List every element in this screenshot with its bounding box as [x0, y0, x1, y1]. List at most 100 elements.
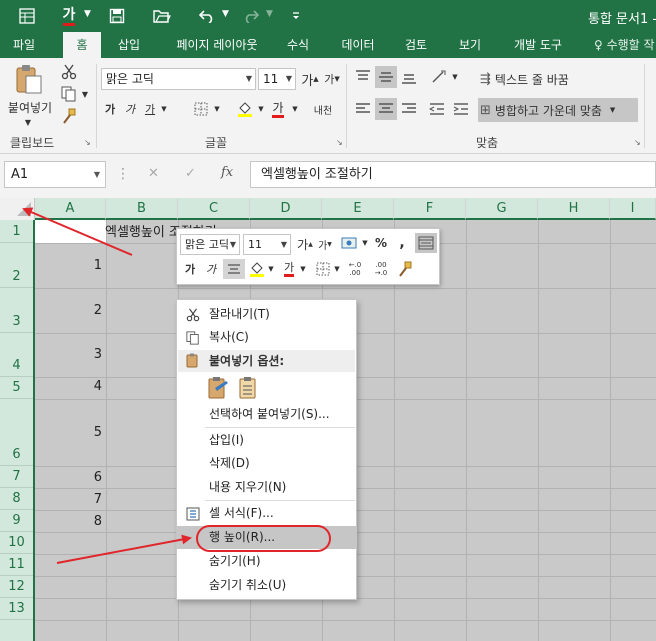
tab-page-layout[interactable]: 페이지 레이아웃	[163, 32, 271, 58]
column-header-e[interactable]: E	[322, 198, 394, 220]
borders-dropdown-icon[interactable]: ▼	[212, 102, 222, 116]
mini-align-center-icon[interactable]	[223, 259, 245, 279]
formula-input[interactable]: 엑셀행높이 조절하기	[250, 161, 656, 188]
enter-icon[interactable]: ✓	[185, 166, 196, 181]
font-name-select[interactable]: 맑은 고딕 ▼	[101, 68, 256, 90]
mini-shrink-font-button[interactable]: 가 ▼	[315, 234, 335, 254]
paste-option-values-icon[interactable]	[237, 376, 259, 400]
active-cell-a1[interactable]	[35, 220, 106, 243]
cell-a3[interactable]: 2	[70, 303, 102, 318]
menu-item-hide[interactable]: 숨기기(H)	[177, 550, 356, 573]
tab-developer[interactable]: 개발 도구	[505, 32, 571, 58]
row-header-4[interactable]: 4	[0, 333, 33, 377]
row-header-13[interactable]: 13	[0, 598, 33, 620]
mini-font-size-select[interactable]: 11 ▼	[243, 234, 291, 255]
mini-borders-icon[interactable]	[313, 259, 333, 279]
merge-center-button[interactable]: ⊞ 병합하고 가운데 맞춤 ▼	[478, 98, 638, 122]
menu-item-delete[interactable]: 삭제(D)	[177, 452, 356, 475]
tell-me-search[interactable]: ♀ 수행할 작	[594, 32, 655, 58]
copy-dropdown-icon[interactable]: ▼	[80, 88, 90, 100]
align-bottom-icon[interactable]	[398, 66, 420, 88]
row-header-7[interactable]: 7	[0, 466, 33, 488]
cell-a4[interactable]: 3	[70, 347, 102, 362]
name-box[interactable]: A1 ▼	[4, 161, 106, 188]
tab-review[interactable]: 검토	[396, 32, 436, 58]
row-header-2[interactable]: 2	[0, 243, 33, 288]
mini-italic-button[interactable]: 가	[202, 259, 220, 279]
align-left-icon[interactable]	[352, 98, 374, 120]
mini-number-format-icon[interactable]	[339, 233, 361, 253]
mini-font-name-select[interactable]: 맑은 고딕 ▼	[180, 234, 240, 255]
tab-file[interactable]: 파일	[4, 32, 44, 58]
cell-a9[interactable]: 8	[70, 514, 102, 529]
font-color-button[interactable]: 가	[268, 98, 288, 120]
tab-view[interactable]: 보기	[449, 32, 491, 58]
font-color-icon[interactable]: 가	[58, 4, 80, 28]
column-header-g[interactable]: G	[466, 198, 538, 220]
cell-a8[interactable]: 7	[70, 492, 102, 507]
underline-dropdown-icon[interactable]: ▼	[159, 102, 169, 116]
menu-item-unhide[interactable]: 숨기기 취소(U)	[177, 574, 356, 597]
format-painter-icon[interactable]	[58, 106, 80, 126]
decrease-indent-icon[interactable]	[426, 98, 448, 120]
row-header-12[interactable]: 12	[0, 576, 33, 598]
cell-a6[interactable]: 5	[70, 425, 102, 440]
mini-merge-center-icon[interactable]	[415, 233, 437, 253]
row-header-8[interactable]: 8	[0, 488, 33, 510]
wrap-text-button[interactable]: ⇶ 텍스트 줄 바꿈	[480, 68, 600, 90]
cut-icon[interactable]	[58, 62, 80, 82]
mini-grow-font-button[interactable]: 가 ▲	[295, 234, 315, 254]
menu-item-copy[interactable]: 복사(C)	[177, 326, 356, 349]
mini-font-color-button[interactable]: 가	[279, 259, 299, 279]
row-header-11[interactable]: 11	[0, 554, 33, 576]
customize-icon[interactable]	[288, 4, 304, 28]
column-header-d[interactable]: D	[250, 198, 322, 220]
insert-function-icon[interactable]: fx	[221, 165, 233, 180]
shrink-font-button[interactable]: 가 ▼	[322, 68, 342, 90]
row-header-9[interactable]: 9	[0, 510, 33, 532]
paste-dropdown-icon[interactable]: ▼	[22, 116, 34, 128]
column-header-h[interactable]: H	[538, 198, 610, 220]
mini-decrease-decimal-button[interactable]: .00 →.0	[369, 259, 393, 279]
align-middle-icon[interactable]	[375, 66, 397, 88]
font-color-dropdown-icon[interactable]: ▼	[290, 102, 300, 116]
grow-font-button[interactable]: 가 ▲	[300, 68, 320, 90]
menu-item-clear-contents[interactable]: 내용 지우기(N)	[177, 476, 356, 499]
redo-dropdown-icon[interactable]: ▼	[266, 9, 273, 19]
cell-a5[interactable]: 4	[70, 379, 102, 394]
orientation-dropdown-icon[interactable]: ▼	[450, 70, 460, 84]
row-header-10[interactable]: 10	[0, 532, 33, 554]
phonetic-button[interactable]: 내천	[310, 98, 336, 120]
increase-indent-icon[interactable]	[450, 98, 472, 120]
copy-icon[interactable]	[58, 84, 80, 104]
cancel-icon[interactable]: ✕	[148, 166, 159, 181]
font-color-dropdown-icon[interactable]: ▼	[84, 9, 91, 19]
menu-item-paste-special[interactable]: 선택하여 붙여넣기(S)...	[177, 403, 356, 426]
fill-dropdown-icon[interactable]: ▼	[256, 102, 266, 116]
column-header-f[interactable]: F	[394, 198, 466, 220]
column-header-i[interactable]: I	[610, 198, 656, 220]
mini-font-color-dropdown-icon[interactable]: ▼	[299, 259, 307, 279]
excel-icon[interactable]	[16, 4, 38, 28]
clipboard-launcher-icon[interactable]: ↘	[84, 138, 91, 147]
cell-a7[interactable]: 6	[70, 470, 102, 485]
mini-comma-button[interactable]: ,	[395, 233, 409, 253]
column-header-a[interactable]: A	[35, 198, 106, 220]
mini-number-format-dropdown-icon[interactable]: ▼	[361, 233, 369, 253]
bold-button[interactable]: 가	[101, 98, 119, 120]
open-icon[interactable]	[150, 4, 174, 28]
mini-fill-color-icon[interactable]	[247, 259, 267, 279]
row-header-1[interactable]: 1	[0, 220, 33, 243]
column-header-c[interactable]: C	[178, 198, 250, 220]
paste-icon[interactable]	[8, 62, 50, 98]
tab-insert[interactable]: 삽입	[110, 32, 148, 58]
row-header-5[interactable]: 5	[0, 377, 33, 399]
mini-percent-button[interactable]: %	[373, 233, 389, 253]
underline-button[interactable]: 가	[141, 98, 159, 120]
menu-item-format-cells[interactable]: 셀 서식(F)...	[177, 502, 356, 525]
tab-data[interactable]: 데이터	[333, 32, 383, 58]
align-center-icon[interactable]	[375, 98, 397, 120]
mini-borders-dropdown-icon[interactable]: ▼	[333, 259, 341, 279]
menu-item-insert[interactable]: 삽입(I)	[177, 429, 356, 452]
undo-dropdown-icon[interactable]: ▼	[222, 9, 229, 19]
